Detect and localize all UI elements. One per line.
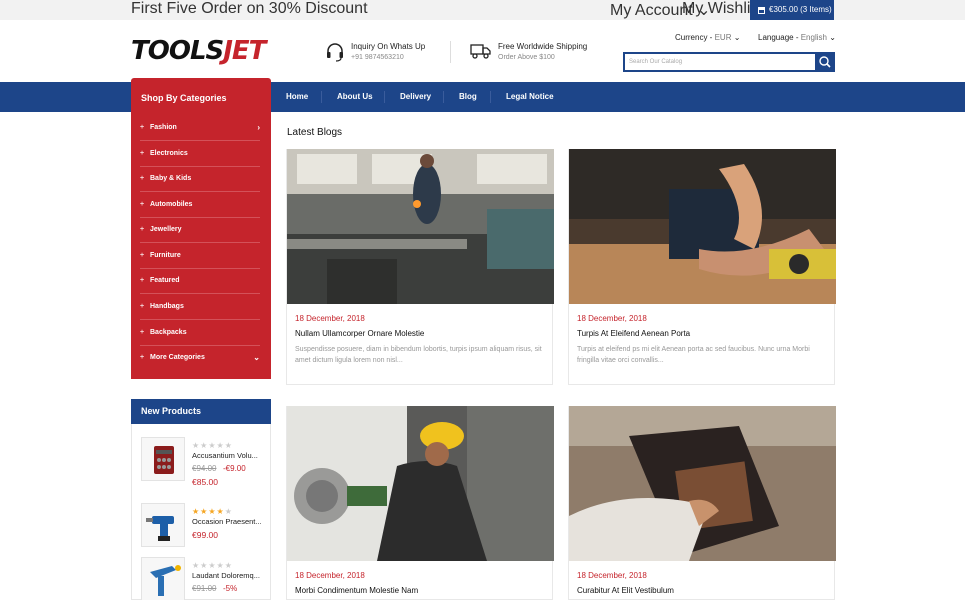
- product-item[interactable]: ★★★★★ Occasion Praesent... €99.00: [141, 503, 266, 548]
- blog-image[interactable]: [569, 149, 836, 304]
- nav-delivery[interactable]: Delivery: [400, 82, 431, 112]
- product-name[interactable]: Laudant Doloremq...: [192, 571, 260, 580]
- nav-separator: [443, 91, 444, 103]
- category-fashion[interactable]: + Fashion ›: [140, 115, 260, 141]
- shopping-bag-icon: [758, 6, 765, 14]
- logo[interactable]: TOOLSJET: [131, 36, 266, 66]
- chevron-right-icon: ›: [257, 122, 260, 132]
- language-selector[interactable]: Language - English ⌄: [758, 33, 836, 42]
- blog-card[interactable]: 18 December, 2018 Curabitur At Elit Vest…: [568, 406, 836, 600]
- blog-image[interactable]: [287, 406, 554, 561]
- search-icon: [819, 56, 831, 68]
- category-automobiles[interactable]: + Automobiles: [140, 192, 260, 218]
- chevron-down-icon: ⌄: [253, 353, 260, 363]
- blog-date: 18 December, 2018: [577, 571, 647, 580]
- product-image[interactable]: [141, 557, 185, 600]
- shipping-subtitle: Order Above $100: [498, 54, 555, 61]
- blog-title[interactable]: Nullam Ullamcorper Ornare Molestie: [295, 329, 552, 338]
- product-image[interactable]: [141, 437, 185, 481]
- chevron-down-icon: ⌄: [733, 33, 741, 42]
- blog-title[interactable]: Curabitur At Elit Vestibulum: [577, 586, 834, 595]
- nav-home[interactable]: Home: [286, 82, 308, 112]
- category-electronics[interactable]: + Electronics: [140, 141, 260, 167]
- rating-stars: ★★★★★: [192, 507, 233, 516]
- inquiry-info: Inquiry On Whats Up +91 9874563210: [325, 42, 425, 62]
- blog-excerpt: Turpis at eleifend ps mi elit Aenean por…: [577, 346, 810, 364]
- blog-card[interactable]: 18 December, 2018 Turpis At Eleifend Aen…: [568, 149, 836, 385]
- product-name[interactable]: Occasion Praesent...: [192, 517, 262, 526]
- cart-button[interactable]: €305.00 (3 Items): [750, 0, 834, 20]
- cart-total: €305.00 (3 Items): [769, 5, 832, 14]
- blog-excerpt: Suspendisse posuere, diam in bibendum lo…: [295, 346, 542, 364]
- rating-stars: ★★★★★: [192, 561, 233, 570]
- product-item[interactable]: ★★★★★ Accusantium Volu... €94.00 -€9.00 …: [141, 437, 266, 487]
- category-jewellery[interactable]: + Jewellery: [140, 217, 260, 243]
- categories-title[interactable]: Shop By Categories: [131, 78, 271, 112]
- category-backpacks[interactable]: + Backpacks: [140, 320, 260, 346]
- promo-text: First Five Order on 30% Discount: [131, 0, 368, 17]
- product-item[interactable]: ★★★★★ Laudant Doloremq... €91.00 -5%: [141, 557, 266, 600]
- headset-icon: [327, 43, 343, 62]
- category-featured[interactable]: + Featured: [140, 268, 260, 294]
- product-old-price: €94.00: [192, 464, 217, 473]
- header-divider: [450, 41, 451, 63]
- product-discount: -5%: [223, 584, 238, 593]
- inquiry-phone: +91 9874563210: [351, 54, 404, 61]
- category-baby-kids[interactable]: + Baby & Kids: [140, 166, 260, 192]
- nav-separator: [384, 91, 385, 103]
- blog-date: 18 December, 2018: [295, 314, 365, 323]
- rating-stars: ★★★★★: [192, 441, 233, 450]
- blog-date: 18 December, 2018: [577, 314, 647, 323]
- page-title: Latest Blogs: [287, 127, 343, 138]
- nav-separator: [490, 91, 491, 103]
- search-input[interactable]: Search Our Catalog: [623, 52, 815, 72]
- product-price: €99.00: [192, 530, 218, 540]
- nav-about-us[interactable]: About Us: [337, 82, 373, 112]
- blog-card[interactable]: 18 December, 2018 Morbi Condimentum Mole…: [286, 406, 554, 600]
- category-handbags[interactable]: + Handbags: [140, 294, 260, 320]
- blog-title[interactable]: Turpis At Eleifend Aenean Porta: [577, 329, 834, 338]
- inquiry-title: Inquiry On Whats Up: [351, 42, 426, 51]
- promo-banner: First Five Order on 30% Discount: [131, 0, 368, 18]
- category-more[interactable]: + More Categories ⌄: [140, 345, 260, 371]
- category-furniture[interactable]: + Furniture: [140, 243, 260, 269]
- chevron-down-icon: ⌄: [829, 33, 836, 42]
- blog-image[interactable]: [287, 149, 554, 304]
- search-button[interactable]: [815, 52, 835, 72]
- truck-icon: [470, 44, 491, 59]
- product-old-price: €91.00: [192, 584, 217, 593]
- currency-selector[interactable]: Currency - EUR ⌄: [675, 33, 740, 42]
- new-products-title: New Products: [131, 399, 271, 424]
- my-account-label: My Account: [610, 2, 693, 19]
- blog-image[interactable]: [569, 406, 836, 561]
- product-discount: -€9.00: [223, 464, 246, 473]
- blog-card[interactable]: 18 December, 2018 Nullam Ullamcorper Orn…: [286, 149, 554, 385]
- product-name[interactable]: Accusantium Volu...: [192, 451, 258, 460]
- blog-date: 18 December, 2018: [295, 571, 365, 580]
- nav-legal-notice[interactable]: Legal Notice: [506, 82, 554, 112]
- blog-title[interactable]: Morbi Condimentum Molestie Nam: [295, 586, 552, 595]
- shipping-title: Free Worldwide Shipping: [498, 42, 588, 51]
- nav-separator: [321, 91, 322, 103]
- nav-blog[interactable]: Blog: [459, 82, 477, 112]
- shipping-info: Free Worldwide Shipping Order Above $100: [470, 42, 587, 61]
- product-price: €85.00: [192, 477, 218, 487]
- product-image[interactable]: [141, 503, 185, 547]
